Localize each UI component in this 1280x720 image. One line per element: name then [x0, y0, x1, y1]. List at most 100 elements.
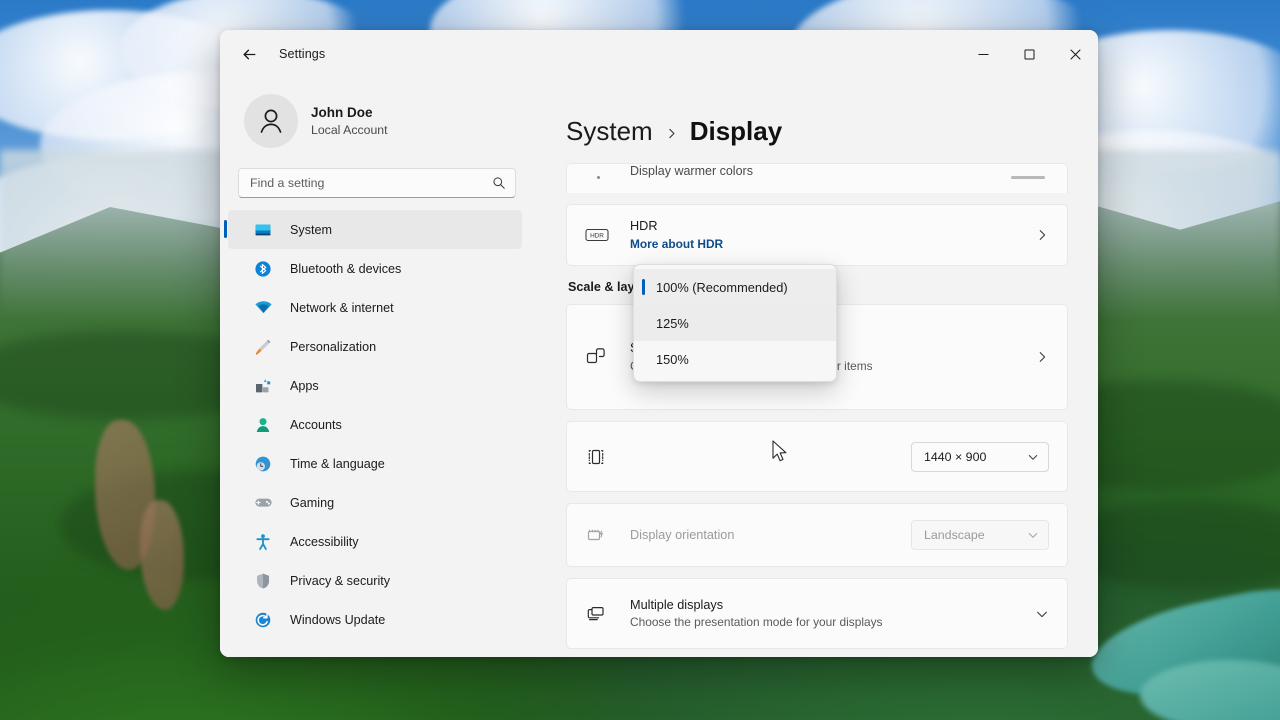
sidebar-item-time-language[interactable]: Time & language: [228, 444, 522, 483]
shield-icon: [252, 572, 274, 590]
scale-dropdown-flyout[interactable]: 100% (Recommended) 125% 150%: [633, 264, 837, 382]
sidebar-item-windows-update[interactable]: Windows Update: [228, 600, 522, 639]
sidebar-item-system[interactable]: System: [224, 210, 522, 249]
scale-option-100[interactable]: 100% (Recommended): [634, 269, 836, 305]
night-light-row[interactable]: Display warmer colors: [567, 164, 1067, 193]
search-box[interactable]: [238, 168, 516, 198]
sidebar-nav: System Bluetooth & devices Network & int…: [220, 210, 540, 657]
clock-globe-icon: [252, 455, 274, 473]
sidebar-item-network-internet[interactable]: Network & internet: [228, 288, 522, 327]
sidebar-item-privacy-security[interactable]: Privacy & security: [228, 561, 522, 600]
resolution-value: 1440 × 900: [924, 449, 987, 464]
sidebar-item-label: Bluetooth & devices: [290, 261, 402, 276]
scale-icon: [585, 346, 615, 368]
multiple-displays-subtitle: Choose the presentation mode for your di…: [630, 615, 883, 630]
orientation-card: Display orientation Landscape: [566, 503, 1068, 567]
sidebar-item-gaming[interactable]: Gaming: [228, 483, 522, 522]
apps-icon: [252, 377, 274, 395]
profile-section[interactable]: John Doe Local Account: [220, 78, 540, 162]
hdr-text: HDR More about HDR: [630, 217, 1021, 253]
svg-text:HDR: HDR: [590, 233, 604, 240]
minimize-icon: [978, 53, 988, 55]
sidebar-item-label: Accounts: [290, 417, 342, 432]
multiple-displays-row-end: [1035, 607, 1049, 621]
orientation-row: Display orientation Landscape: [567, 504, 1067, 566]
settings-scroll-area: Display warmer colors HDR HDR More about…: [566, 163, 1068, 649]
hdr-row[interactable]: HDR HDR More about HDR: [567, 205, 1067, 265]
maximize-button[interactable]: [1006, 30, 1052, 78]
sidebar-item-accessibility[interactable]: Accessibility: [228, 522, 522, 561]
sidebar-item-label: Apps: [290, 378, 319, 393]
sidebar-item-bluetooth-devices[interactable]: Bluetooth & devices: [228, 249, 522, 288]
window-body: John Doe Local Account Find a setting Sy…: [220, 78, 1098, 657]
window-title: Settings: [279, 47, 326, 61]
orientation-text: Display orientation: [630, 526, 897, 544]
hdr-badge-icon: HDR: [585, 226, 615, 244]
monitor-icon: [252, 221, 274, 239]
hdr-card[interactable]: HDR HDR More about HDR: [566, 204, 1068, 266]
profile-name: John Doe: [311, 104, 373, 120]
search-icon[interactable]: [492, 176, 506, 190]
hdr-more-link[interactable]: More about HDR: [630, 236, 1021, 253]
magnifier-glyph: [493, 177, 505, 189]
scale-option-label: 125%: [656, 315, 689, 331]
search-container: [220, 162, 540, 198]
update-icon: [252, 611, 274, 629]
resolution-icon: [585, 446, 615, 468]
scale-option-150[interactable]: 150%: [634, 341, 836, 377]
window-controls: [960, 30, 1098, 78]
maximize-icon: [1024, 49, 1034, 59]
scale-option-label: 100% (Recommended): [656, 279, 788, 295]
chevron-right-icon: [665, 127, 678, 145]
resolution-select[interactable]: 1440 × 900: [911, 441, 1049, 472]
night-light-card-partial[interactable]: Display warmer colors: [566, 163, 1068, 193]
resolution-row-end: 1440 × 900: [911, 441, 1049, 472]
page-title: Display: [689, 116, 783, 146]
search-input[interactable]: [250, 176, 492, 190]
sidebar-item-label: System: [290, 222, 332, 237]
breadcrumb: System Display: [566, 78, 1068, 163]
multiple-displays-row[interactable]: Multiple displays Choose the presentatio…: [567, 579, 1067, 648]
chevron-down-icon: [1028, 454, 1038, 460]
profile-account-type: Local Account: [311, 122, 388, 137]
night-light-label: Display warmer colors: [630, 164, 753, 178]
back-button[interactable]: [232, 39, 266, 69]
breadcrumb-system[interactable]: System: [566, 116, 653, 147]
sidebar: John Doe Local Account Find a setting Sy…: [220, 78, 540, 657]
night-light-toggle-stub[interactable]: [1011, 176, 1045, 179]
scale-option-label: 150%: [656, 351, 689, 367]
sidebar-item-label: Network & internet: [290, 300, 394, 315]
sidebar-item-label: Time & language: [290, 456, 385, 471]
sidebar-item-accounts[interactable]: Accounts: [228, 405, 522, 444]
chevron-right-icon[interactable]: [1035, 228, 1049, 242]
wifi-icon: [252, 298, 274, 317]
sidebar-item-label: Windows Update: [290, 612, 386, 627]
person-icon: [260, 109, 282, 133]
multiple-displays-icon: [585, 603, 615, 625]
chevron-right-icon[interactable]: [1035, 350, 1049, 364]
sidebar-item-apps[interactable]: Apps: [228, 366, 522, 405]
chevron-down-icon[interactable]: [1035, 607, 1049, 621]
sidebar-item-personalization[interactable]: Personalization: [228, 327, 522, 366]
close-button[interactable]: [1052, 30, 1098, 78]
resolution-card[interactable]: 1440 × 900: [566, 421, 1068, 492]
minimize-button[interactable]: [960, 30, 1006, 78]
scale-row-end: [1035, 350, 1049, 364]
orientation-select: Landscape: [911, 520, 1049, 550]
sidebar-item-label: Privacy & security: [290, 573, 391, 588]
paintbrush-icon: [252, 338, 274, 356]
profile-text: John Doe Local Account: [311, 104, 388, 139]
sidebar-item-label: Gaming: [290, 495, 335, 510]
content-pane: System Display Display warmer colors HDR…: [540, 78, 1098, 657]
orientation-title: Display orientation: [630, 527, 735, 542]
resolution-row[interactable]: 1440 × 900: [567, 422, 1067, 491]
settings-window: Settings John Doe Local Account Find a s…: [220, 30, 1098, 657]
title-bar: Settings: [220, 30, 1098, 78]
orientation-value: Landscape: [924, 528, 985, 542]
multiple-displays-card[interactable]: Multiple displays Choose the presentatio…: [566, 578, 1068, 649]
avatar: [244, 94, 298, 148]
account-icon: [252, 416, 274, 434]
scale-option-125[interactable]: 125%: [634, 305, 836, 341]
night-light-icon-stub: [597, 176, 600, 179]
sidebar-item-label: Accessibility: [290, 534, 359, 549]
